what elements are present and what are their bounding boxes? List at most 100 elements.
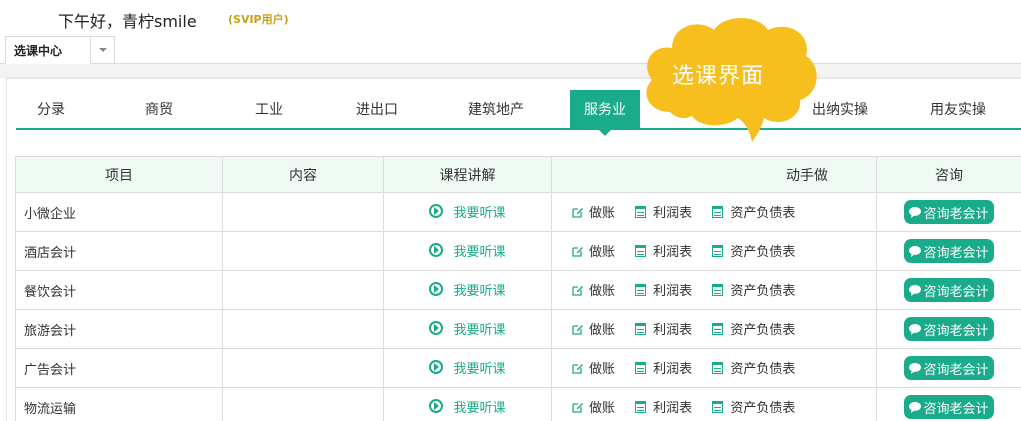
listen-cell: 我要听课 xyxy=(383,231,552,271)
listen-cell: 我要听课 xyxy=(383,348,552,388)
chat-icon xyxy=(909,401,922,413)
table-row: 酒店会计 我要听课 做账 利润表 资产负债表 咨询老会计 xyxy=(15,231,1021,271)
category-tab-import-export[interactable]: 进出口 xyxy=(342,90,412,128)
sheet-icon xyxy=(635,322,647,335)
sheet-icon xyxy=(635,400,647,413)
income-statement-link[interactable]: 利润表 xyxy=(635,202,692,221)
listen-cell: 我要听课 xyxy=(383,270,552,310)
category-tab-yonyou[interactable]: 用友实操 xyxy=(916,90,1000,128)
consult-button[interactable]: 咨询老会计 xyxy=(904,239,994,263)
consult-button[interactable]: 咨询老会计 xyxy=(904,278,994,302)
content-cell xyxy=(222,231,384,271)
bookkeeping-link[interactable]: 做账 xyxy=(572,202,615,221)
consult-cell: 咨询老会计 xyxy=(876,192,1021,232)
sheet-icon xyxy=(712,283,724,296)
chat-icon xyxy=(909,323,922,335)
bookkeeping-link[interactable]: 做账 xyxy=(572,319,615,338)
table-row: 旅游会计 我要听课 做账 利润表 资产负债表 咨询老会计 xyxy=(15,309,1021,349)
sheet-icon xyxy=(635,361,647,374)
income-statement-link[interactable]: 利润表 xyxy=(635,358,692,377)
consult-cell: 咨询老会计 xyxy=(876,270,1021,310)
listen-link[interactable]: 我要听课 xyxy=(429,358,506,377)
listen-link[interactable]: 我要听课 xyxy=(429,319,506,338)
balance-sheet-link[interactable]: 资产负债表 xyxy=(712,358,795,377)
edit-icon xyxy=(572,285,583,296)
sheet-icon xyxy=(712,322,724,335)
column-header: 项目 xyxy=(15,156,223,193)
sheet-icon xyxy=(635,244,647,257)
category-tab-entries[interactable]: 分录 xyxy=(16,90,86,128)
balance-sheet-link[interactable]: 资产负债表 xyxy=(712,241,795,260)
edit-icon xyxy=(572,246,583,257)
play-icon xyxy=(429,204,444,219)
balance-sheet-link[interactable]: 资产负债表 xyxy=(712,202,795,221)
actions-cell: 做账 利润表 资产负债表 xyxy=(551,231,877,271)
play-icon xyxy=(429,243,444,258)
content-cell xyxy=(222,270,384,310)
edit-icon xyxy=(572,363,583,374)
project-name: 旅游会计 xyxy=(15,309,223,349)
content-cell xyxy=(222,387,384,421)
category-tab-trade[interactable]: 商贸 xyxy=(124,90,194,128)
bookkeeping-link[interactable]: 做账 xyxy=(572,241,615,260)
bookkeeping-link[interactable]: 做账 xyxy=(572,358,615,377)
play-icon xyxy=(429,282,444,297)
consult-button[interactable]: 咨询老会计 xyxy=(904,317,994,341)
consult-cell: 咨询老会计 xyxy=(876,309,1021,349)
income-statement-link[interactable]: 利润表 xyxy=(635,397,692,416)
sheet-icon xyxy=(712,244,724,257)
play-icon xyxy=(429,360,444,375)
listen-link[interactable]: 我要听课 xyxy=(429,202,506,221)
consult-button[interactable]: 咨询老会计 xyxy=(904,200,994,224)
play-icon xyxy=(429,399,444,414)
listen-cell: 我要听课 xyxy=(383,192,552,232)
category-tab-construction[interactable]: 建筑地产 xyxy=(452,90,540,128)
sheet-icon xyxy=(712,205,724,218)
listen-link[interactable]: 我要听课 xyxy=(429,280,506,299)
panel-gap xyxy=(0,64,1021,78)
table-row: 餐饮会计 我要听课 做账 利润表 资产负债表 咨询老会计 xyxy=(15,270,1021,310)
balance-sheet-link[interactable]: 资产负债表 xyxy=(712,280,795,299)
course-table: 项目 内容 课程讲解 动手做 咨询 小微企业 我要听课 做账 利润表 资产负债表 xyxy=(15,156,1021,421)
table-header-row: 项目 内容 课程讲解 动手做 咨询 xyxy=(15,156,1021,193)
category-tab-services[interactable]: 服务业 xyxy=(570,90,640,136)
consult-button[interactable]: 咨询老会计 xyxy=(904,356,994,380)
bookkeeping-link[interactable]: 做账 xyxy=(572,280,615,299)
income-statement-link[interactable]: 利润表 xyxy=(635,280,692,299)
column-header: 内容 xyxy=(222,156,384,193)
listen-link[interactable]: 我要听课 xyxy=(429,397,506,416)
actions-cell: 做账 利润表 资产负债表 xyxy=(551,309,877,349)
tab-course-center[interactable]: 选课中心 xyxy=(5,36,91,64)
table-row: 小微企业 我要听课 做账 利润表 资产负债表 咨询老会计 xyxy=(15,192,1021,232)
consult-button[interactable]: 咨询老会计 xyxy=(904,395,994,419)
svip-badge: (SVIP用户) xyxy=(228,13,289,26)
project-name: 小微企业 xyxy=(15,192,223,232)
table-row: 广告会计 我要听课 做账 利润表 资产负债表 咨询老会计 xyxy=(15,348,1021,388)
sheet-icon xyxy=(712,400,724,413)
chat-icon xyxy=(909,206,922,218)
chat-icon xyxy=(909,245,922,257)
sheet-icon xyxy=(712,361,724,374)
actions-cell: 做账 利润表 资产负债表 xyxy=(551,348,877,388)
listen-cell: 我要听课 xyxy=(383,309,552,349)
balance-sheet-link[interactable]: 资产负债表 xyxy=(712,397,795,416)
bookkeeping-link[interactable]: 做账 xyxy=(572,397,615,416)
consult-cell: 咨询老会计 xyxy=(876,387,1021,421)
category-tab-industry[interactable]: 工业 xyxy=(234,90,304,128)
project-name: 餐饮会计 xyxy=(15,270,223,310)
tab-strip: 选课中心 xyxy=(0,36,1021,64)
sheet-icon xyxy=(635,283,647,296)
chat-icon xyxy=(909,362,922,374)
income-statement-link[interactable]: 利润表 xyxy=(635,319,692,338)
tab-dropdown-button[interactable] xyxy=(91,36,115,64)
category-nav: 分录 商贸 工业 进出口 建筑地产 服务业 出纳实操 用友实操 xyxy=(16,90,1021,136)
column-header: 课程讲解 xyxy=(383,156,552,193)
consult-cell: 咨询老会计 xyxy=(876,348,1021,388)
listen-cell: 我要听课 xyxy=(383,387,552,421)
listen-link[interactable]: 我要听课 xyxy=(429,241,506,260)
balance-sheet-link[interactable]: 资产负债表 xyxy=(712,319,795,338)
income-statement-link[interactable]: 利润表 xyxy=(635,241,692,260)
edit-icon xyxy=(572,324,583,335)
consult-cell: 咨询老会计 xyxy=(876,231,1021,271)
project-name: 酒店会计 xyxy=(15,231,223,271)
